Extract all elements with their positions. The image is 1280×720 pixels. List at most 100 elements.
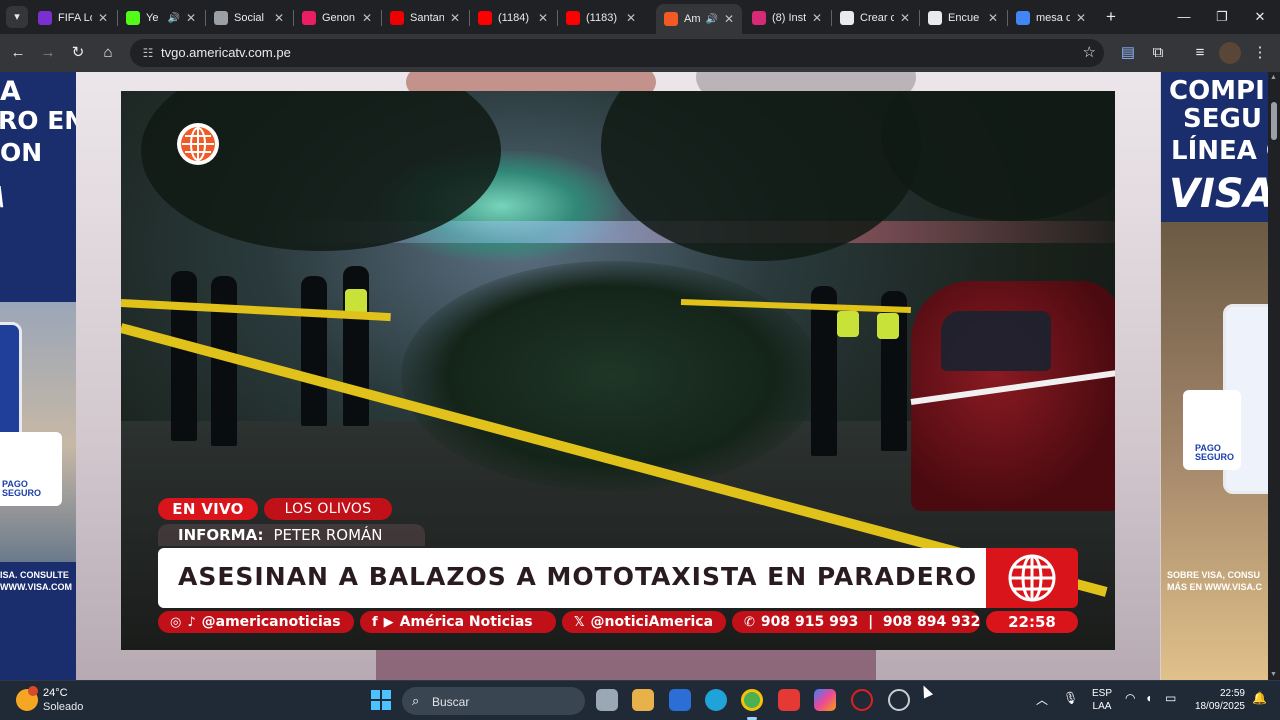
extensions-puzzle-icon[interactable]: ⧉ — [1147, 42, 1169, 64]
browser-tab[interactable]: FIFA Lo ✕ — [30, 4, 116, 32]
tab-title: Crear c — [860, 12, 894, 24]
close-window-button[interactable]: ✕ — [1240, 4, 1280, 30]
pago-seguro-badge: PAGO SEGURO — [1195, 443, 1235, 462]
tab-close-icon[interactable]: ✕ — [1076, 11, 1086, 25]
tab-strip: ▾ FIFA Lo✕Ye🔊✕Social✕Genon✕Santan✕(1184)… — [0, 0, 1280, 34]
wifi-icon[interactable]: ◠ — [1125, 691, 1135, 705]
system-time: 22:59 — [1219, 688, 1245, 699]
live-video-player[interactable]: EN VIVO LOS OLIVOS INFORMA: PETER ROMÁN A… — [121, 91, 1115, 650]
tab-close-icon[interactable]: ✕ — [812, 11, 822, 25]
browser-tab[interactable]: Encue ✕ — [920, 4, 1006, 32]
police-vest — [877, 313, 899, 339]
chrome-menu-icon[interactable]: ⋮ — [1249, 42, 1271, 64]
microsoft-store-icon[interactable] — [632, 689, 654, 711]
task-view-icon[interactable] — [596, 689, 618, 711]
taskbar-search[interactable]: ⌕ Buscar — [402, 687, 585, 715]
maximize-button[interactable]: ❐ — [1202, 4, 1242, 30]
broadcast-clock: 22:58 — [986, 611, 1078, 633]
battery-icon[interactable]: ▭ — [1165, 691, 1176, 705]
america-globe-icon — [181, 127, 215, 161]
browser-tab[interactable]: mesa d ✕ — [1008, 4, 1094, 32]
instagram-icon — [752, 11, 766, 25]
browser-tab[interactable]: Am 🔊 ✕ — [656, 4, 742, 34]
copilot-icon[interactable] — [814, 689, 836, 711]
scroll-up-arrow[interactable]: ▲ — [1270, 74, 1277, 81]
start-button[interactable] — [371, 690, 391, 710]
tab-title: Am — [684, 13, 701, 25]
home-icon[interactable]: ⌂ — [97, 42, 119, 64]
browser-tab[interactable]: Ye 🔊 ✕ — [118, 4, 204, 32]
tab-close-icon[interactable]: ✕ — [724, 12, 734, 26]
scroll-thumb[interactable] — [1271, 102, 1277, 140]
minimize-button[interactable]: — — [1164, 4, 1204, 30]
video-scene-mototaxi-window — [941, 311, 1051, 371]
browser-tab[interactable]: Genon ✕ — [294, 4, 380, 32]
tab-close-icon[interactable]: ✕ — [988, 11, 998, 25]
windows-taskbar: 24°C Soleado ⌕ Buscar ︿ 🎙 ESP LAA ◠ ◖ ▭ … — [0, 680, 1280, 720]
santander-icon — [390, 11, 404, 25]
address-url[interactable]: tvgo.americatv.com.pe — [161, 45, 291, 60]
ad-headline: ON — [0, 138, 43, 167]
forward-icon[interactable]: → — [37, 42, 59, 64]
back-icon[interactable]: ← — [7, 42, 29, 64]
tab-close-icon[interactable]: ✕ — [626, 11, 636, 25]
tab-title: (1184) — [498, 12, 529, 24]
bookmark-star-icon[interactable]: ☆ — [1083, 43, 1096, 61]
notification-bell-icon[interactable]: 🔔 — [1252, 691, 1267, 705]
x-icon: 𝕏 — [574, 615, 585, 630]
right-visa-ad[interactable]: COMPI SEGU LÍNEA C VISA PAGO SEGURO SOBR… — [1161, 72, 1268, 680]
address-bar[interactable]: ☷ tvgo.americatv.com.pe ☆ — [130, 39, 1104, 67]
scroll-down-arrow[interactable]: ▼ — [1270, 671, 1277, 678]
media-control-icon[interactable]: ≡ — [1189, 42, 1211, 64]
language-indicator[interactable]: ESP LAA — [1092, 687, 1112, 713]
site-info-icon[interactable]: ☷ — [138, 43, 158, 63]
browser-tab[interactable]: (1184) ✕ — [470, 4, 556, 32]
reporter-name: PETER ROMÁN — [273, 526, 383, 544]
tab-title: Ye — [146, 12, 159, 24]
ticker-phone-numbers: 908 915 993 | 908 894 932 — [760, 614, 981, 630]
tab-close-icon[interactable]: ✕ — [538, 11, 548, 25]
tab-title: FIFA Lo — [58, 12, 92, 24]
facebook-icon: f — [372, 615, 378, 630]
ad-sneaker-card: PAGO SEGURO — [0, 432, 62, 506]
browser-toolbar: ← → ↻ ⌂ ☷ tvgo.americatv.com.pe ☆ ▤ ⧉ ≡ … — [0, 34, 1280, 72]
edge-icon[interactable] — [705, 689, 727, 711]
video-scene-tree — [881, 91, 1115, 221]
tray-overflow-icon[interactable]: ︿ — [1036, 691, 1048, 708]
tab-close-icon[interactable]: ✕ — [98, 11, 108, 25]
system-clock[interactable]: 22:59 18/09/2025 — [1185, 687, 1245, 713]
new-tab-button[interactable]: + — [1100, 6, 1122, 28]
visual-studio-icon[interactable] — [669, 689, 691, 711]
opera-icon[interactable] — [851, 689, 873, 711]
ad-headline: \ — [0, 184, 6, 210]
system-date: 18/09/2025 — [1194, 701, 1245, 712]
browser-tab[interactable]: (1183) ✕ — [558, 4, 644, 32]
browser-tab[interactable]: (8) Inst ✕ — [744, 4, 830, 32]
browser-tab[interactable]: Social ✕ — [206, 4, 292, 32]
tab-close-icon[interactable]: ✕ — [450, 11, 460, 25]
tab-title: Social — [234, 12, 264, 24]
wps-icon[interactable] — [778, 689, 800, 711]
chrome-icon[interactable] — [741, 689, 763, 711]
tab-audio-icon[interactable]: 🔊 — [167, 13, 179, 24]
ad-headline: LÍNEA C — [1171, 136, 1268, 166]
microphone-icon[interactable]: 🎙 — [1063, 691, 1078, 705]
tab-close-icon[interactable]: ✕ — [362, 11, 372, 25]
tiktok-icon: ♪ — [187, 615, 196, 630]
ticker-facebook-youtube: f ▶ América Noticias — [360, 611, 556, 633]
news-headline-bar: ASESINAN A BALAZOS A MOTOTAXISTA EN PARA… — [158, 548, 986, 608]
chatgpt-icon[interactable] — [888, 689, 910, 711]
tab-search-button[interactable]: ▾ — [6, 6, 28, 28]
tab-audio-icon[interactable]: 🔊 — [705, 14, 717, 25]
tab-close-icon[interactable]: ✕ — [186, 11, 196, 25]
reload-icon[interactable]: ↻ — [67, 42, 89, 64]
volume-icon[interactable]: ◖ — [1145, 691, 1152, 705]
tab-close-icon[interactable]: ✕ — [274, 11, 284, 25]
left-visa-ad[interactable]: A RO EN ON \ PAGO SEGURO ISA. CONSULTE W… — [0, 72, 76, 680]
document-extension-icon[interactable]: ▤ — [1117, 42, 1139, 64]
browser-tab[interactable]: Santan ✕ — [382, 4, 468, 32]
page-scrollbar[interactable]: ▲ ▼ — [1268, 72, 1280, 680]
browser-tab[interactable]: Crear c ✕ — [832, 4, 918, 32]
tab-close-icon[interactable]: ✕ — [900, 11, 910, 25]
profile-avatar[interactable] — [1219, 42, 1241, 64]
